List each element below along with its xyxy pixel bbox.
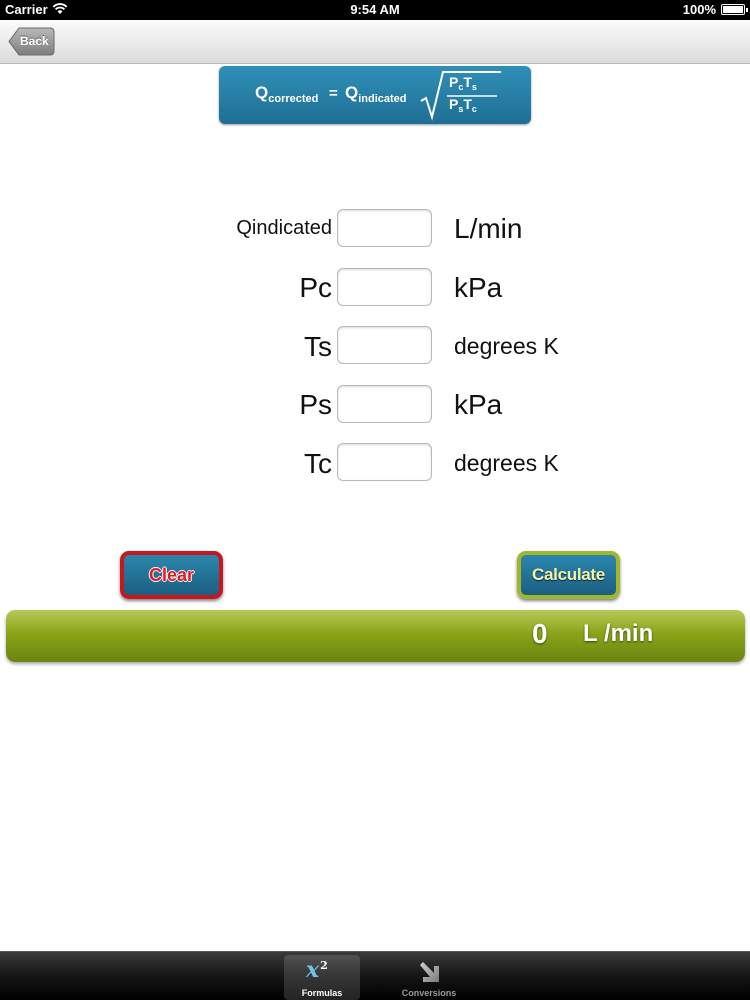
ts-input[interactable] xyxy=(337,326,432,364)
navigation-bar: Back xyxy=(0,20,750,64)
clear-button[interactable]: Clear xyxy=(120,551,223,599)
formula-banner: Qcorrected = Qindicated PcTs PsTc xyxy=(219,66,531,124)
tc-unit: degrees K xyxy=(454,450,559,476)
arrow-down-right-icon xyxy=(420,962,439,982)
tab-bar: x2 Formulas Conversions xyxy=(0,951,750,1000)
formula-equals: = xyxy=(329,85,338,102)
pc-label: Pc xyxy=(299,272,332,303)
tab-formulas-label: Formulas xyxy=(301,988,343,998)
back-button-label: Back xyxy=(20,34,49,48)
formula-q-indicated: Qindicated xyxy=(345,83,407,105)
tc-input[interactable] xyxy=(337,443,432,481)
result-bar: 0 L /min xyxy=(6,610,745,662)
tab-formulas[interactable]: x2 Formulas xyxy=(284,955,360,1000)
x-squared-icon: x2 xyxy=(306,957,328,983)
battery-percent: 100% xyxy=(682,2,716,17)
tab-conversions[interactable]: Conversions xyxy=(391,955,467,1000)
qindicated-input[interactable] xyxy=(337,209,432,247)
pc-input[interactable] xyxy=(337,268,432,306)
tab-conversions-label: Conversions xyxy=(401,988,457,998)
calculate-button[interactable]: Calculate xyxy=(517,551,620,599)
ps-input[interactable] xyxy=(337,385,432,423)
qindicated-unit: L/min xyxy=(454,213,523,244)
ps-label: Ps xyxy=(299,389,332,420)
clock: 9:54 AM xyxy=(350,2,400,17)
qindicated-label: Qindicated xyxy=(236,217,332,239)
status-bar: Carrier 9:54 AM 100% xyxy=(0,0,750,20)
back-button[interactable]: Back xyxy=(8,27,55,56)
formula-numerator: PcTs xyxy=(449,74,477,92)
formula-q-corrected: Qcorrected xyxy=(255,83,319,105)
result-value: 0 xyxy=(532,618,548,649)
result-unit: L /min xyxy=(583,620,654,647)
formula-denominator: PsTc xyxy=(449,96,477,114)
ts-label: Ts xyxy=(304,331,332,362)
tc-label: Tc xyxy=(304,448,332,479)
ps-unit: kPa xyxy=(454,389,503,420)
pc-unit: kPa xyxy=(454,272,503,303)
ts-unit: degrees K xyxy=(454,333,559,359)
battery-icon xyxy=(721,4,748,15)
